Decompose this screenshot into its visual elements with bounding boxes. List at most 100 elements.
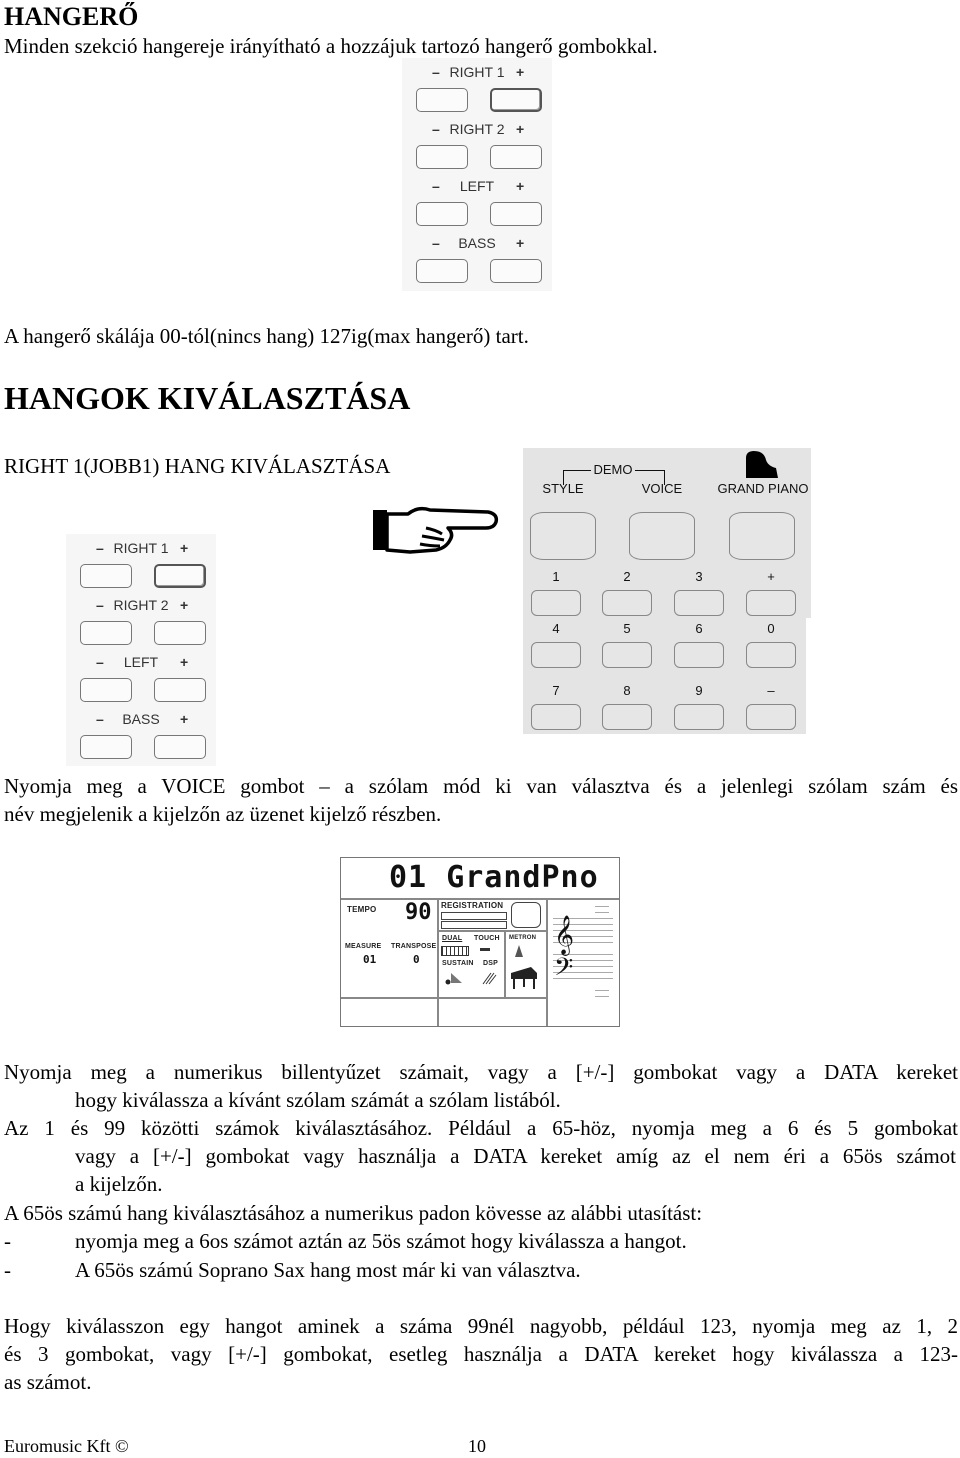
keypad-key-button[interactable] [602,642,652,668]
plus-label: + [180,597,189,613]
voice-select-heading: HANGOK KIVÁLASZTÁSA [4,380,411,416]
instruction-p1-line-1: Nyomja meg a numerikus billentyűzet szám… [4,1060,958,1084]
section-name-label: RIGHT 1 [449,64,505,80]
keypad-key-label: 6 [695,621,703,636]
lcd-measure-label: MEASURE [345,943,382,950]
volume-up-button[interactable] [490,88,542,112]
pointing-hand-icon [370,500,500,560]
volume-up-button[interactable] [154,678,206,702]
volume-panel-voice-section: – RIGHT 1 + – RIGHT 2 + – LEFT + – BASS + [66,534,216,766]
lcd-dsp-label: DSP [483,960,498,967]
keypad-key-button[interactable] [531,642,581,668]
keypad-key-label: 0 [767,621,775,636]
keypad-key-button[interactable] [674,590,724,616]
lcd-display: 01 GrandPno TEMPO 90 MEASURE 01 TRANSPOS… [340,857,620,1027]
volume-up-button[interactable] [154,621,206,645]
instruction-p4-line-3: as számot. [4,1370,92,1394]
sustain-icon [445,971,463,985]
keypad-key-button[interactable] [531,704,581,730]
volume-row-label: – BASS + [66,711,216,731]
volume-up-button[interactable] [490,259,542,283]
keypad-key-button[interactable] [531,590,581,616]
volume-down-button[interactable] [416,259,468,283]
lcd-voice-title: 01 GrandPno [389,860,599,895]
volume-row-label: – RIGHT 1 + [402,64,552,84]
keypad-key-button[interactable] [746,642,796,668]
keypad-key-label: 8 [623,683,631,698]
volume-down-button[interactable] [416,202,468,226]
instruction-p2-line-1: Az 1 és 99 közötti számok kiválasztásáho… [4,1116,958,1140]
clef-icons: 𝄞 𝄢 [554,910,576,990]
keypad-key-button[interactable] [602,590,652,616]
bullet-text: nyomja meg a 6os számot aztán az 5ös szá… [75,1229,687,1253]
volume-down-button[interactable] [80,735,132,759]
keypad-key-button[interactable] [674,642,724,668]
instruction-p4-line-2: és 3 gombokat, vagy [+/-] gombokat, eset… [4,1342,958,1366]
lcd-dual-label: DUAL [442,935,463,942]
keypad-key-label: – [767,683,775,698]
grand-piano-button[interactable] [729,512,795,560]
lcd-voice-name: GrandPno [446,860,599,895]
volume-panel: – RIGHT 1 + – RIGHT 2 + – LEFT + – BASS + [402,58,552,291]
volume-down-button[interactable] [416,88,468,112]
voice-button[interactable] [629,512,695,560]
volume-down-button[interactable] [80,678,132,702]
demo-label: DEMO [591,462,635,477]
lcd-transpose-value: 0 [413,953,420,966]
volume-up-button[interactable] [154,564,206,588]
plus-label: + [180,540,189,556]
volume-down-button[interactable] [416,145,468,169]
volume-up-button[interactable] [490,145,542,169]
lcd-metron-label: METRON [509,935,537,941]
footer-company: Euromusic Kft © [4,1436,129,1456]
section-name-label: BASS [458,235,496,251]
footer-page-number: 10 [468,1436,486,1456]
volume-down-button[interactable] [80,564,132,588]
voice-select-subheading: RIGHT 1(JOBB1) HANG KIVÁLASZTÁSA [4,454,391,478]
plus-label: + [516,64,525,80]
keypad-key-button[interactable] [674,704,724,730]
metronome-icon [515,945,523,957]
volume-intro-text: Minden szekció hangereje irányítható a h… [4,34,658,58]
volume-up-button[interactable] [154,735,206,759]
lcd-voice-number: 01 [389,860,428,895]
bullet-marker: - [4,1229,11,1253]
plus-label: + [516,178,525,194]
section-name-label: RIGHT 2 [449,121,505,137]
keypad-key-button[interactable] [602,704,652,730]
section-name-label: LEFT [459,178,495,194]
ledger-line [595,996,609,997]
volume-row-label: – RIGHT 1 + [66,540,216,560]
dual-icon [441,946,469,956]
keypad-key-label: 7 [552,683,560,698]
lcd-sustain-label: SUSTAIN [442,960,474,967]
volume-down-button[interactable] [80,621,132,645]
keypad-key-button[interactable] [746,590,796,616]
registration-bar-2 [441,921,507,929]
keypad-key-label: 3 [695,569,703,584]
keypad-key-label: 4 [552,621,560,636]
keypad-key-button[interactable] [746,704,796,730]
lcd-touch-label: TOUCH [474,935,500,942]
instruction-p4-line-1: Hogy kiválasszon egy hangot aminek a szá… [4,1314,958,1338]
piano-icon [509,963,539,991]
volume-row-label: – BASS + [402,235,552,255]
volume-row-label: – RIGHT 2 + [66,597,216,617]
style-button[interactable] [530,512,596,560]
lcd-transpose-label: TRANSPOSE [391,943,437,950]
keypad-key-label: 2 [623,569,631,584]
touch-icon [480,948,490,951]
registration-box [511,902,541,928]
volume-up-button[interactable] [490,202,542,226]
style-label: STYLE [542,481,584,496]
keypad-key-label: + [767,569,775,584]
lcd-measure-value: 01 [363,953,377,966]
lcd-tempo-value: 90 [405,900,432,925]
keypad-key-label: 1 [552,569,560,584]
section-name-label: BASS [122,711,160,727]
ledger-line [595,906,609,907]
voice-press-line-2: név megjelenik a kijelzőn az üzenet kije… [4,802,442,826]
voice-press-line-1: Nyomja meg a VOICE gombot – a szólam mód… [4,774,958,798]
svg-text:𝄞: 𝄞 [554,915,574,956]
instruction-p3: A 65ös számú hang kiválasztásához a nume… [4,1201,703,1225]
